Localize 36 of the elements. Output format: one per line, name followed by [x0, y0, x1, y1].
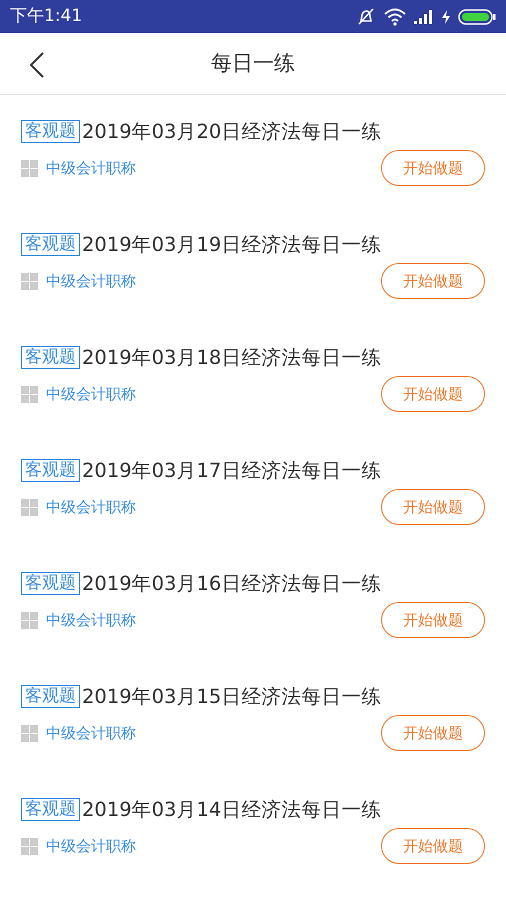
category-label: 中级会计职称 [46, 610, 136, 631]
category-label: 中级会计职称 [46, 497, 136, 518]
grid-icon [21, 498, 38, 516]
grid-icon [21, 838, 38, 855]
bell-off-icon [356, 8, 376, 26]
grid-icon [21, 612, 38, 629]
exercise-title[interactable]: 2019年03月16日经济法每日一练 [82, 569, 382, 598]
tag: 客观题 [21, 459, 80, 482]
exercise-title[interactable]: 2019年03月17日经济法每日一练 [82, 456, 382, 486]
page-title: 每日一练 [211, 50, 295, 77]
category-label: 中级会计职称 [46, 723, 136, 744]
signal-icon [414, 10, 434, 24]
tag: 客观题 [21, 685, 80, 708]
battery-icon [458, 8, 496, 24]
category-label: 中级会计职称 [46, 158, 136, 179]
grid-icon [21, 272, 38, 290]
exercise-title[interactable]: 2019年03月19日经济法每日一练 [82, 230, 382, 260]
tag: 客观题 [21, 798, 80, 821]
exercise-title[interactable]: 2019年03月15日经济法每日一练 [82, 682, 382, 712]
wifi-icon [384, 8, 406, 26]
category-label: 中级会计职称 [46, 384, 136, 405]
charging-icon [442, 10, 450, 24]
exercise-title[interactable]: 2019年03月20日经济法每日一练 [82, 117, 382, 146]
exercise-title[interactable]: 2019年03月18日经济法每日一练 [82, 343, 382, 372]
back-icon[interactable] [28, 52, 46, 78]
tag: 客观题 [21, 233, 80, 256]
category-label: 中级会计职称 [46, 271, 136, 292]
tag: 客观题 [21, 572, 80, 595]
status-time: 下午1:41 [10, 4, 82, 28]
grid-icon [21, 160, 38, 177]
tag: 客观题 [21, 120, 80, 143]
tag: 客观题 [21, 346, 80, 369]
exercise-title[interactable]: 2019年03月14日经济法每日一练 [82, 795, 382, 824]
category-label: 中级会计职称 [46, 836, 136, 857]
grid-icon [21, 724, 38, 742]
grid-icon [21, 386, 38, 403]
